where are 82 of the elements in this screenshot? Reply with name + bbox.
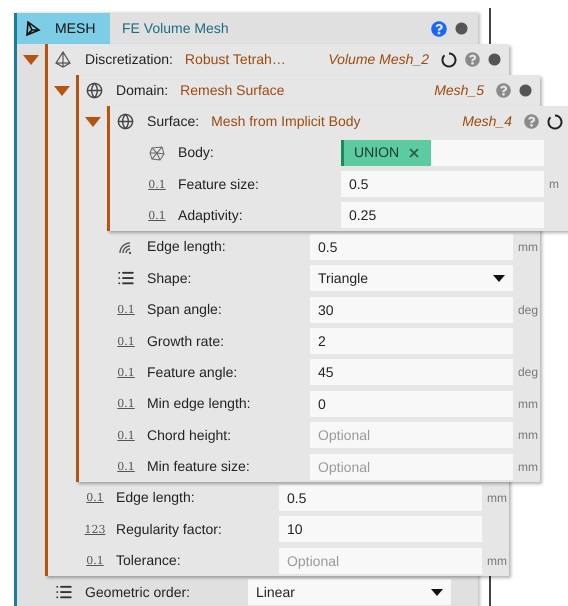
field-label: Body: — [178, 143, 215, 162]
field-label: Min feature size: — [147, 457, 251, 476]
field-label: Feature size: — [178, 174, 260, 194]
unit-label: mm — [518, 396, 538, 413]
object-name: Volume Mesh_2 — [328, 50, 429, 69]
number-type-icon: 0.1 — [117, 461, 135, 472]
field-label: Chord height: — [147, 426, 232, 445]
field-label: Edge length: — [116, 488, 196, 508]
panel-title: FE Volume Mesh — [122, 19, 229, 38]
unit-label: mm — [518, 458, 538, 476]
number-type-icon: 0.1 — [148, 178, 166, 190]
object-name: Mesh_4 — [462, 112, 512, 131]
number-type-icon: 0.1 — [86, 492, 104, 504]
mesh-tab[interactable]: MESH — [17, 13, 110, 44]
input-field[interactable]: 0 — [310, 390, 513, 417]
collapse-caret-icon[interactable] — [54, 86, 70, 96]
field-label: Growth rate: — [147, 332, 226, 351]
input-field[interactable]: 0.5 — [279, 484, 482, 511]
field-label: Min edge length: — [147, 394, 252, 414]
unit-label: mm — [518, 427, 538, 444]
field-label: Shape: — [147, 268, 192, 288]
number-type-icon: 123 — [84, 524, 106, 535]
dropdown-field[interactable]: Triangle — [310, 265, 513, 292]
status-dot-icon — [488, 53, 501, 66]
input-field[interactable]: 0.5 — [341, 171, 544, 198]
number-type-icon: 0.1 — [86, 555, 104, 566]
number-type-icon: 0.1 — [117, 336, 135, 347]
dropdown-field[interactable]: Linear — [248, 579, 451, 606]
union-chip[interactable]: UNION — [341, 140, 432, 166]
field-label: Adaptivity: — [178, 206, 244, 225]
unit-label: deg — [518, 364, 538, 382]
number-type-icon: 0.1 — [117, 430, 135, 441]
collapse-caret-icon[interactable] — [85, 117, 101, 127]
field-label: Feature angle: — [147, 362, 238, 382]
input-field[interactable]: 10 — [279, 516, 482, 542]
input-field[interactable]: 0.5 — [310, 234, 513, 260]
group-type[interactable]: Robust Tetrah… — [184, 49, 286, 70]
help-icon[interactable] — [465, 52, 480, 67]
help-icon[interactable] — [431, 20, 447, 36]
help-icon[interactable] — [496, 83, 511, 98]
status-dot-icon — [455, 22, 468, 35]
number-type-icon: 0.1 — [117, 366, 135, 378]
input-field[interactable]: 2 — [310, 328, 513, 354]
field-label: Edge length: — [147, 237, 227, 256]
unit-label: m — [549, 176, 559, 194]
field-label: Tolerance: — [116, 551, 182, 570]
unit-label: mm — [487, 490, 507, 507]
input-field[interactable]: Optional — [310, 422, 513, 448]
input-field[interactable]: Optional — [279, 548, 482, 574]
object-name: Mesh_5 — [434, 81, 484, 100]
unit-label: deg — [518, 302, 538, 319]
body-field[interactable]: UNION — [341, 140, 544, 166]
field-label: Regularity factor: — [116, 520, 223, 539]
caret-icon — [493, 274, 505, 282]
group-type[interactable]: Remesh Surface — [180, 80, 284, 101]
group-label: Discretization: — [85, 50, 173, 69]
field-label: Span angle: — [147, 300, 223, 320]
remove-icon[interactable] — [407, 146, 422, 160]
globe-icon — [116, 113, 134, 130]
pyramid-icon — [54, 50, 72, 68]
loading-ring-icon — [547, 114, 563, 130]
number-type-icon: 0.1 — [117, 398, 135, 410]
field-label: Geometric order: — [85, 582, 192, 602]
number-type-icon: 0.1 — [117, 304, 135, 316]
unit-label: mm — [518, 238, 538, 256]
caret-icon — [431, 588, 443, 596]
collapse-caret-icon[interactable] — [23, 55, 39, 65]
mesh-body-icon — [148, 144, 166, 162]
input-field[interactable]: 0.25 — [341, 202, 544, 228]
globe-icon — [86, 82, 102, 99]
group-label: Domain: — [116, 81, 168, 100]
number-type-icon: 0.1 — [148, 210, 166, 221]
mesh-icon — [25, 20, 41, 36]
input-field[interactable]: 30 — [310, 296, 513, 323]
loading-ring-icon — [441, 52, 457, 68]
unit-label: mm — [487, 552, 507, 570]
group-type[interactable]: Mesh from Implicit Body — [211, 111, 361, 132]
input-field[interactable]: Optional — [310, 454, 513, 480]
input-field[interactable]: 45 — [310, 359, 513, 386]
status-dot-icon — [519, 84, 532, 97]
group-label: Surface: — [147, 112, 200, 131]
help-icon[interactable] — [524, 114, 539, 129]
